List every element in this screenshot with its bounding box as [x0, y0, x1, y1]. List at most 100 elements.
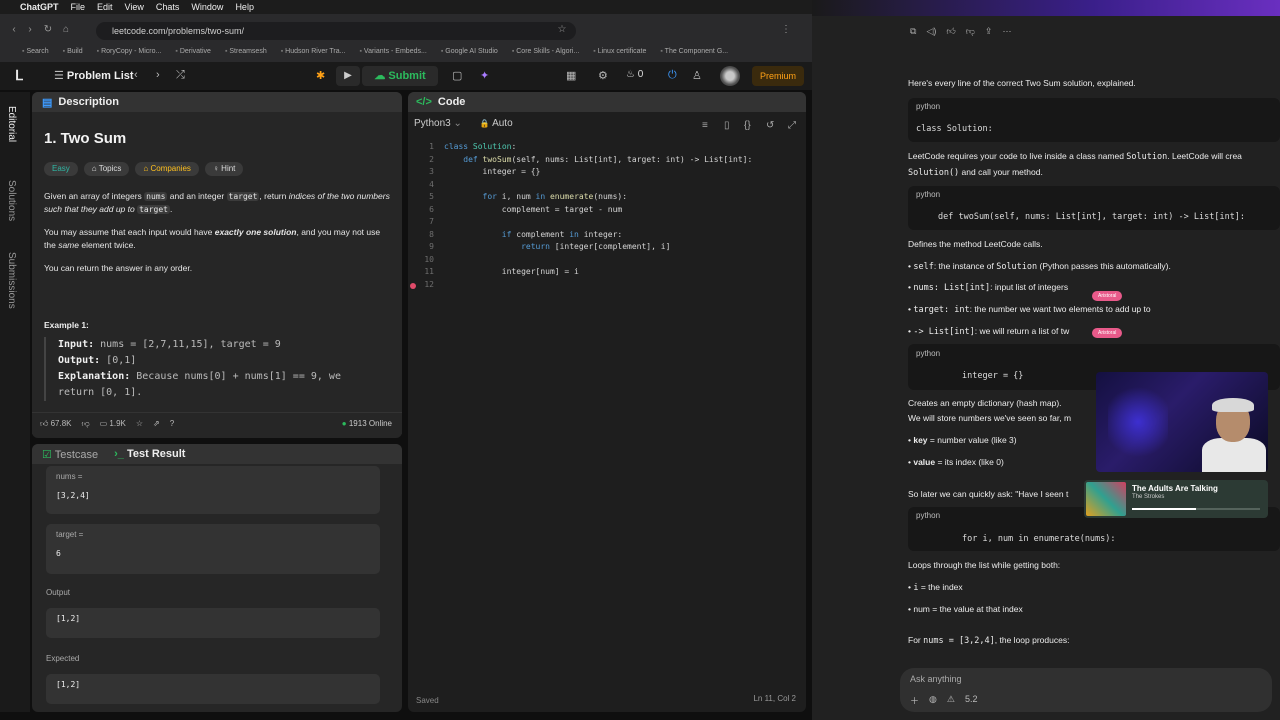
companies-tag[interactable]: ⌂ Companies	[135, 162, 199, 176]
comments-button[interactable]: ▭ 1.9K	[100, 419, 126, 428]
difficulty-badge: Easy	[44, 162, 78, 176]
bookmark-icon[interactable]: ▯	[724, 120, 730, 131]
code-line[interactable]: 5 for i, num in enumerate(nums):	[408, 192, 806, 205]
run-button[interactable]: ▶	[336, 66, 360, 86]
reset-icon[interactable]: ↺	[766, 120, 774, 131]
extensions-icon[interactable]: ⋮	[780, 24, 792, 36]
speaker-icon[interactable]: ◁)	[926, 26, 936, 37]
bookmark-item[interactable]: RoryCopy - Micro...	[97, 48, 161, 55]
topics-tag[interactable]: ⌂ Topics	[83, 162, 130, 176]
address-bar[interactable]: leetcode.com/problems/two-sum/	[96, 22, 576, 40]
like-button[interactable]: 👍︎ 67.8K	[40, 419, 72, 429]
layout-icon[interactable]: ▦	[566, 69, 576, 82]
input-value: nums = [2,7,11,15], target = 9	[94, 339, 281, 350]
tab-testcase[interactable]: ☑ Testcase	[42, 448, 98, 461]
copy-icon[interactable]: ⧉	[910, 26, 916, 37]
tab-editorial[interactable]: Editorial	[6, 106, 17, 142]
leetcode-logo-icon[interactable]: ᒪ	[15, 67, 29, 83]
brackets-icon[interactable]: {}	[744, 120, 751, 131]
menu-help[interactable]: Help	[235, 2, 254, 12]
notes-icon[interactable]: ▢	[452, 69, 462, 82]
problem-tags: Easy ⌂ Topics ⌂ Companies ♀ Hint	[44, 162, 244, 176]
bookmark-item[interactable]: Search	[22, 48, 48, 55]
plus-icon[interactable]: ＋	[910, 694, 919, 707]
side-tabs: Editorial Solutions Submissions	[0, 92, 30, 712]
favorite-star-icon[interactable]: ☆	[136, 419, 143, 428]
menu-edit[interactable]: Edit	[97, 2, 113, 12]
share-icon[interactable]: ⇗	[153, 419, 160, 428]
menu-chats[interactable]: Chats	[156, 2, 180, 12]
submit-button[interactable]: ☁ Submit	[362, 66, 438, 86]
output-box: [1,2]	[46, 608, 380, 638]
description-tab[interactable]: ▤ Description	[32, 92, 402, 112]
reload-icon[interactable]: ↻	[42, 24, 54, 36]
menu-file[interactable]: File	[71, 2, 86, 12]
code-line[interactable]: 7	[408, 217, 806, 230]
code-line[interactable]: 2 def twoSum(self, nums: List[int], targ…	[408, 155, 806, 168]
more-icon[interactable]: ⋯	[1002, 26, 1011, 37]
shuffle-icon[interactable]: ⤮	[176, 69, 185, 82]
code-line[interactable]: 11 integer[num] = i	[408, 267, 806, 280]
bookmark-item[interactable]: Variants - Embeds...	[359, 48, 427, 55]
help-icon[interactable]: ?	[170, 419, 174, 428]
tab-solutions[interactable]: Solutions	[6, 180, 17, 221]
menu-view[interactable]: View	[125, 2, 144, 12]
settings-gear-icon[interactable]: ⚙	[598, 69, 608, 82]
code-line[interactable]: 1 class Solution:	[408, 142, 806, 155]
output-value: [1,2]	[56, 614, 81, 623]
bookmark-item[interactable]: Hudson River Tra...	[281, 48, 345, 55]
globe-icon[interactable]: ◍	[929, 694, 937, 707]
bookmark-item[interactable]: Derivative	[175, 48, 211, 55]
language-select[interactable]: Python3	[414, 118, 462, 129]
breakpoint-dot[interactable]	[410, 283, 416, 289]
forward-icon[interactable]: ›	[24, 24, 36, 36]
code-line[interactable]: 3 integer = {}	[408, 167, 806, 180]
streak-counter[interactable]: ♨ 0	[626, 69, 643, 80]
problem-list-link[interactable]: Problem List	[54, 69, 134, 82]
debug-icon[interactable]: ✱	[316, 69, 325, 82]
hint-tag[interactable]: ♀ Hint	[204, 162, 244, 176]
add-friend-icon[interactable]: ♙	[692, 69, 702, 82]
share-icon[interactable]: ⇪	[985, 26, 993, 37]
avatar[interactable]	[720, 66, 740, 86]
bookmark-item[interactable]: Linux certificate	[593, 48, 647, 55]
code-block-code: for i, num in enumerate(nums):	[962, 534, 1116, 544]
model-selector[interactable]: 5.2	[965, 694, 978, 707]
code-line[interactable]: 12	[408, 280, 806, 293]
menu-app-name[interactable]: ChatGPT	[20, 2, 59, 12]
code-line[interactable]: 4	[408, 180, 806, 193]
prev-problem-icon[interactable]: ‹	[134, 69, 138, 81]
format-icon[interactable]: ≡	[702, 120, 708, 131]
dislike-icon[interactable]: 👎︎	[82, 419, 90, 429]
menu-window[interactable]: Window	[191, 2, 223, 12]
premium-button[interactable]: Premium	[752, 66, 804, 86]
bookmark-item[interactable]: Core Skills - Algori...	[512, 48, 579, 55]
statement-paragraph: Given an array of integers nums and an i…	[44, 190, 390, 216]
bookmark-item[interactable]: Streamsesh	[225, 48, 266, 55]
bookmark-item[interactable]: Google AI Studio	[441, 48, 498, 55]
code-line[interactable]: 9 return [integer[complement], i]	[408, 242, 806, 255]
thumbs-up-icon[interactable]: 👍︎	[946, 26, 955, 37]
home-icon[interactable]: ⌂	[60, 24, 72, 36]
back-icon[interactable]: ‹	[8, 24, 20, 36]
next-problem-icon[interactable]: ›	[156, 69, 160, 81]
code-line[interactable]: 8 if complement in integer:	[408, 230, 806, 243]
code-line[interactable]: 6 complement = target - num	[408, 205, 806, 218]
tab-test-result[interactable]: ›_ Test Result	[114, 448, 185, 460]
thumbs-down-icon[interactable]: 👎︎	[966, 26, 975, 37]
problem-title[interactable]: 1. Two Sum	[44, 130, 126, 147]
ai-sparkle-icon[interactable]: ✦	[480, 69, 489, 82]
chat-input[interactable]: Ask anything ＋ ◍ ⚠ 5.2	[900, 668, 1272, 712]
alert-icon[interactable]: ⚠	[947, 694, 955, 707]
bookmark-item[interactable]: The Component G...	[660, 48, 728, 55]
fullscreen-icon[interactable]: ⤢	[788, 120, 796, 131]
auto-mode-toggle[interactable]: Auto	[480, 118, 513, 129]
code-block-code: integer = {}	[962, 371, 1024, 381]
target-label: target =	[56, 530, 84, 539]
bookmark-star-icon[interactable]: ☆	[556, 24, 568, 36]
timer-icon[interactable]: ⏻	[668, 69, 677, 82]
bookmark-item[interactable]: Build	[63, 48, 83, 55]
tab-submissions[interactable]: Submissions	[6, 252, 17, 309]
code-line[interactable]: 10	[408, 255, 806, 268]
code-tab[interactable]: </> Code	[408, 92, 806, 112]
